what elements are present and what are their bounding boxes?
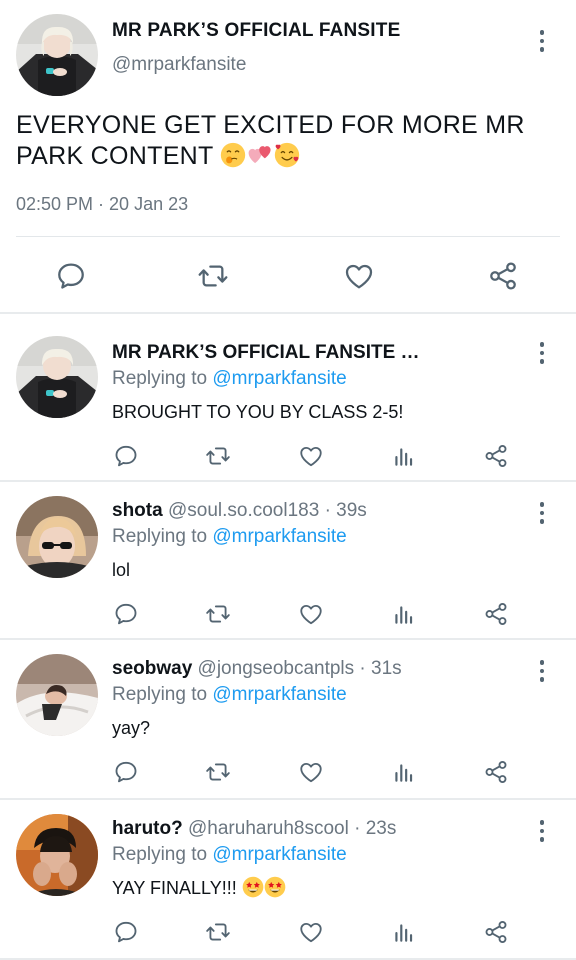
retweet-icon[interactable] xyxy=(204,600,232,628)
like-icon[interactable] xyxy=(342,259,376,293)
more-options-icon[interactable] xyxy=(532,818,552,844)
shota-avatar[interactable] xyxy=(16,496,98,578)
reply-handle-time[interactable]: @soul.so.cool183 · 39s xyxy=(168,500,367,521)
share-icon[interactable] xyxy=(486,259,520,293)
replying-to-label: Replying to xyxy=(112,368,208,389)
retweet-icon[interactable] xyxy=(204,442,232,470)
reply-text: lol xyxy=(112,560,131,580)
reply-handle-time[interactable]: @haruharuh8scool · 23s xyxy=(188,818,396,839)
tweet-emojis xyxy=(220,142,300,168)
fansite-avatar[interactable] xyxy=(16,14,98,96)
replying-to-label: Replying to xyxy=(112,684,208,705)
reply-item[interactable]: shota @soul.so.cool183 · 39s Replying to… xyxy=(0,482,576,638)
fansite-avatar[interactable] xyxy=(16,336,98,418)
star-struck-emoji xyxy=(242,876,264,898)
seobway-avatar[interactable] xyxy=(16,654,98,736)
reply-header: haruto? @haruharuh8scool · 23s xyxy=(112,818,396,840)
more-options-icon[interactable] xyxy=(532,658,552,684)
retweet-icon[interactable] xyxy=(204,758,232,786)
replying-to: Replying to @mrparkfansite xyxy=(112,684,347,706)
smiling-face-with-hearts-emoji xyxy=(274,142,300,168)
more-options-icon[interactable] xyxy=(532,340,552,366)
reply-item[interactable]: haruto? @haruharuh8scool · 23s Replying … xyxy=(0,800,576,958)
replying-to: Replying to @mrparkfansite xyxy=(112,368,347,390)
reply-text: BROUGHT TO YOU BY CLASS 2-5! xyxy=(112,402,404,422)
replying-to-handle[interactable]: @mrparkfansite xyxy=(212,844,346,865)
reply-item[interactable]: MR PARK’S OFFICIAL FANSITE … Replying to… xyxy=(0,314,576,480)
reply-text-row: YAY FINALLY!!! xyxy=(112,876,286,899)
share-icon[interactable] xyxy=(482,758,510,786)
more-options-icon[interactable] xyxy=(532,500,552,526)
reply-handle-time[interactable]: @jongseobcantpls · 31s xyxy=(198,658,402,679)
like-icon[interactable] xyxy=(297,600,325,628)
like-icon[interactable] xyxy=(297,918,325,946)
retweet-icon[interactable] xyxy=(204,918,232,946)
more-options-icon[interactable] xyxy=(532,28,552,54)
haruto-avatar[interactable] xyxy=(16,814,98,896)
share-icon[interactable] xyxy=(482,600,510,628)
replying-to-label: Replying to xyxy=(112,844,208,865)
replying-to-handle[interactable]: @mrparkfansite xyxy=(212,368,346,389)
reply-emojis xyxy=(242,878,286,898)
reply-item[interactable]: seobway @jongseobcantpls · 31s Replying … xyxy=(0,640,576,798)
reply-header: MR PARK’S OFFICIAL FANSITE … xyxy=(112,342,420,364)
main-display-name[interactable]: MR PARK’S OFFICIAL FANSITE xyxy=(112,20,400,42)
reply-text: YAY FINALLY!!! xyxy=(112,878,237,898)
replying-to-handle[interactable]: @mrparkfansite xyxy=(212,526,346,547)
tweet-timestamp: 02:50 PM · 20 Jan 23 xyxy=(16,194,189,214)
replying-to: Replying to @mrparkfansite xyxy=(112,526,347,548)
reply-display-name[interactable]: shota xyxy=(112,500,163,521)
reply-display-name[interactable]: haruto? xyxy=(112,818,183,839)
main-handle[interactable]: @mrparkfansite xyxy=(112,54,246,76)
stats-icon[interactable] xyxy=(390,442,418,470)
reply-icon[interactable] xyxy=(112,758,140,786)
divider xyxy=(16,236,560,237)
reply-header: shota @soul.so.cool183 · 39s xyxy=(112,500,367,522)
tweet-text: EVERYONE GET EXCITED FOR MORE MR PARK CO… xyxy=(16,110,561,172)
like-icon[interactable] xyxy=(297,442,325,470)
reply-display-name[interactable]: MR PARK’S OFFICIAL FANSITE … xyxy=(112,342,420,363)
star-struck-emoji xyxy=(264,876,286,898)
replying-to-label: Replying to xyxy=(112,526,208,547)
retweet-icon[interactable] xyxy=(196,259,230,293)
two-hearts-emoji xyxy=(247,142,273,168)
reply-icon[interactable] xyxy=(54,259,88,293)
stats-icon[interactable] xyxy=(390,758,418,786)
reply-icon[interactable] xyxy=(112,442,140,470)
reply-text: yay? xyxy=(112,718,151,738)
stats-icon[interactable] xyxy=(390,600,418,628)
reply-header: seobway @jongseobcantpls · 31s xyxy=(112,658,402,680)
reply-display-name[interactable]: seobway xyxy=(112,658,192,679)
replying-to: Replying to @mrparkfansite xyxy=(112,844,347,866)
like-icon[interactable] xyxy=(297,758,325,786)
main-tweet: MR PARK’S OFFICIAL FANSITE @mrparkfansit… xyxy=(0,0,576,312)
hand-over-mouth-emoji xyxy=(220,142,246,168)
share-icon[interactable] xyxy=(482,442,510,470)
reply-icon[interactable] xyxy=(112,600,140,628)
stats-icon[interactable] xyxy=(390,918,418,946)
replying-to-handle[interactable]: @mrparkfansite xyxy=(212,684,346,705)
reply-icon[interactable] xyxy=(112,918,140,946)
share-icon[interactable] xyxy=(482,918,510,946)
